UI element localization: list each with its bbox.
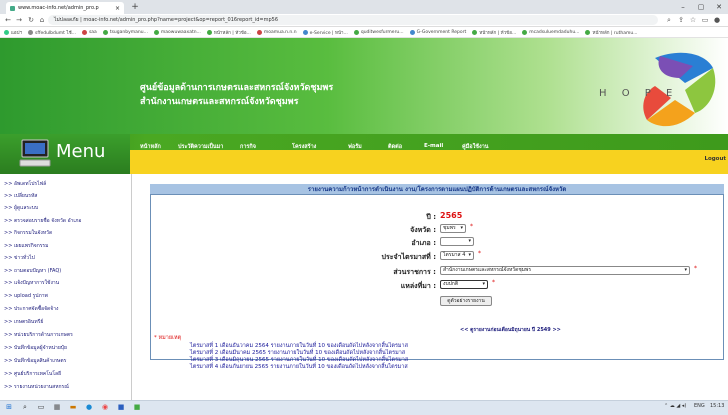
note-label: * หมายเหตุ	[154, 335, 182, 341]
sidebar-item[interactable]: >> เผยแพร่กิจกรรม	[4, 242, 48, 250]
browser-tab[interactable]: www.moac-info.net/admin_pro.p ×	[6, 2, 124, 14]
year-label: ปี :	[426, 213, 436, 221]
required-mark: *	[478, 250, 481, 257]
input-language[interactable]: ENG	[694, 403, 705, 409]
page-icon	[10, 5, 15, 11]
chevron-down-icon: ▾	[482, 281, 485, 287]
bookmark-item[interactable]: e-Service | หน้า...	[302, 29, 348, 36]
logout-link[interactable]: Logout	[704, 156, 726, 162]
agency-select[interactable]: สำนักงานเกษตรและสหกรณ์จังหวัดชุมพร ▾	[440, 266, 690, 275]
bookmark-item[interactable]: maowuwaaxatn...	[153, 29, 201, 35]
task-view-icon[interactable]: ▭	[36, 402, 46, 412]
tray-icons[interactable]: ⌃ ☁ ◢ ◂)	[664, 403, 686, 409]
sidebar-item[interactable]: >> ผู้ดูแลระบบ	[4, 204, 38, 212]
new-tab-icon[interactable]: +	[130, 2, 140, 12]
sidebar-item[interactable]: >> ข่าวทั่วไป	[4, 254, 35, 262]
bookmark-item[interactable]: moamua.n.n.n	[256, 29, 297, 35]
file-explorer-icon[interactable]: ▬	[68, 402, 78, 412]
site-subtitle: สำนักงานเกษตรและสหกรณ์จังหวัดชุมพร	[140, 97, 299, 107]
bookmark-item[interactable]: quditwesfurmeru...	[353, 29, 404, 35]
url-input[interactable]: ไม่ปลอดภัย | moac-info.net/admin_pro.php…	[48, 15, 658, 25]
province-label: จังหวัด :	[410, 226, 436, 234]
sidebar-item[interactable]: >> ศูนย์บริการเทคโนโลยี	[4, 370, 61, 378]
edge-icon[interactable]: ●	[84, 402, 94, 412]
sidebar: >> อัพเดทโปรไฟล์ >> เปลี่ยนรหัส >> ผู้ดู…	[0, 174, 132, 400]
source-select[interactable]: งบปกติ ▾	[440, 280, 488, 289]
sidebar-item[interactable]: >> upload รูปภาพ	[4, 292, 48, 300]
maximize-icon[interactable]: ▢	[694, 2, 708, 12]
province-select[interactable]: ชุมพร ▾	[440, 224, 466, 233]
hope-logo-text: H O P E	[599, 88, 678, 99]
bookmark-item[interactable]: หน้าหลัก | หัวข้อ...	[206, 29, 251, 36]
chevron-down-icon: ▾	[684, 267, 687, 273]
tab-title: www.moac-info.net/admin_pro.p	[18, 5, 99, 11]
sidebar-item[interactable]: >> ถามตอบปัญหา (FAQ)	[4, 267, 61, 275]
windows-start-icon[interactable]: ⊞	[4, 402, 14, 412]
share-icon[interactable]: ⇪	[676, 15, 686, 25]
search-taskbar-icon[interactable]: ⌕	[20, 402, 30, 412]
bookmark-item[interactable]: หน้าหลัก | ruthamu...	[585, 29, 637, 36]
yellow-bar	[130, 150, 728, 174]
profile-icon[interactable]: ●	[712, 15, 722, 25]
report-heading: รายงานความก้าวหน้าการดำเนินงาน งาน/โครงก…	[150, 184, 724, 195]
home-icon[interactable]: ⌂	[37, 15, 47, 25]
required-mark: *	[694, 265, 697, 272]
nav-item-email[interactable]: E-mail	[424, 143, 443, 149]
close-window-icon[interactable]: ✕	[712, 2, 726, 12]
app-icon[interactable]: ■	[116, 402, 126, 412]
search-icon[interactable]: ⌕	[664, 15, 674, 25]
chevron-down-icon: ▾	[468, 238, 471, 244]
hope-logo: H O P E	[599, 52, 716, 127]
quarter-label: ประจำไตรมาสที่ :	[381, 253, 437, 261]
bookmark-item[interactable]: G-Government Report	[409, 29, 466, 35]
app-icon[interactable]: ■	[132, 402, 142, 412]
year-value: 2565	[440, 211, 463, 220]
sidebar-item[interactable]: >> เปลี่ยนรหัส	[4, 192, 37, 200]
bookmarks-bar: แอปฯ sffedulbdumt ไช้... saa tsuganbyman…	[0, 27, 728, 38]
agency-label: ส่วนราชการ :	[393, 268, 436, 276]
browser-tab-bar: www.moac-info.net/admin_pro.p × + – ▢ ✕	[0, 0, 728, 14]
district-select[interactable]: ▾	[440, 237, 474, 246]
bookmark-item[interactable]: tsuganbymanu...	[102, 29, 148, 35]
menu-label: Menu	[56, 141, 106, 162]
bookmark-item[interactable]: sffedulbdumt ไช้...	[28, 29, 76, 36]
sidebar-item[interactable]: >> กิจกรรมในจังหวัด	[4, 229, 52, 237]
bookmark-item[interactable]: mcadsuluemdaduhu...	[522, 29, 579, 35]
reload-icon[interactable]: ↻	[26, 15, 36, 25]
clock[interactable]: 15:13	[710, 403, 724, 409]
sidebar-item[interactable]: >> ตรวจสอบรายชื่อ จังหวัด อำเภอ	[4, 217, 81, 225]
minimize-icon[interactable]: –	[676, 2, 690, 12]
bookmark-item[interactable]: แอปฯ	[4, 29, 22, 36]
view-report-button[interactable]: ดูตัวอย่างรายงาน	[440, 296, 492, 306]
sidebar-item[interactable]: >> รายงานหน่วยงานสหกรณ์	[4, 383, 69, 391]
sidebar-item[interactable]: >> บันทึกข้อมูลผู้จำหน่ายปุ๋ย	[4, 344, 67, 352]
sidebar-item[interactable]: >> แจ้งปัญหาการใช้งาน	[4, 279, 59, 287]
required-mark: *	[470, 223, 473, 230]
source-label: แหล่งที่มา :	[400, 282, 436, 290]
chevron-down-icon: ▾	[460, 225, 463, 231]
widgets-icon[interactable]: ▦	[52, 402, 62, 412]
chevron-down-icon: ▾	[468, 252, 471, 258]
chrome-icon[interactable]: ◉	[100, 402, 110, 412]
required-mark: *	[492, 279, 495, 286]
computer-icon	[19, 139, 51, 167]
bookmark-item[interactable]: หน้าหลัก | หัวข้อ...	[472, 29, 516, 36]
sidebar-item[interactable]: >> หน่วยบริการด้านการเกษตร	[4, 331, 73, 339]
bookmark-item[interactable]: saa	[81, 29, 97, 35]
back-icon[interactable]: ←	[3, 15, 13, 25]
site-title: ศูนย์ข้อมูลด้านการเกษตรและสหกรณ์จังหวัดช…	[140, 83, 334, 93]
sidebar-item[interactable]: >> บันทึกข้อมูลสินค้าเกษตร	[4, 357, 66, 365]
star-icon[interactable]: ☆	[688, 15, 698, 25]
sidebar-item[interactable]: >> ประกาศจัดซื้อจัดจ้าง	[4, 305, 58, 313]
sidebar-item[interactable]: >> อัพเดทโปรไฟล์	[4, 180, 46, 188]
note-line: ไตรมาสที่ 4 เดือนกันยายน 2565 รายงานภายใ…	[190, 364, 408, 370]
address-bar-row: ← → ↻ ⌂ ไม่ปลอดภัย | moac-info.net/admin…	[0, 14, 728, 27]
close-tab-icon[interactable]: ×	[115, 5, 120, 12]
sidepanel-icon[interactable]: ▭	[700, 15, 710, 25]
quarter-select[interactable]: ไตรมาส 4 ▾	[440, 251, 474, 260]
old-report-link[interactable]: << ดูรายงานก่อนเดือนมิถุนายน ปี 2549 >>	[460, 326, 561, 334]
forward-icon[interactable]: →	[14, 15, 24, 25]
sidebar-item[interactable]: >> เกษตรอินทรีย์	[4, 318, 43, 326]
district-label: อำเภอ :	[411, 239, 436, 247]
